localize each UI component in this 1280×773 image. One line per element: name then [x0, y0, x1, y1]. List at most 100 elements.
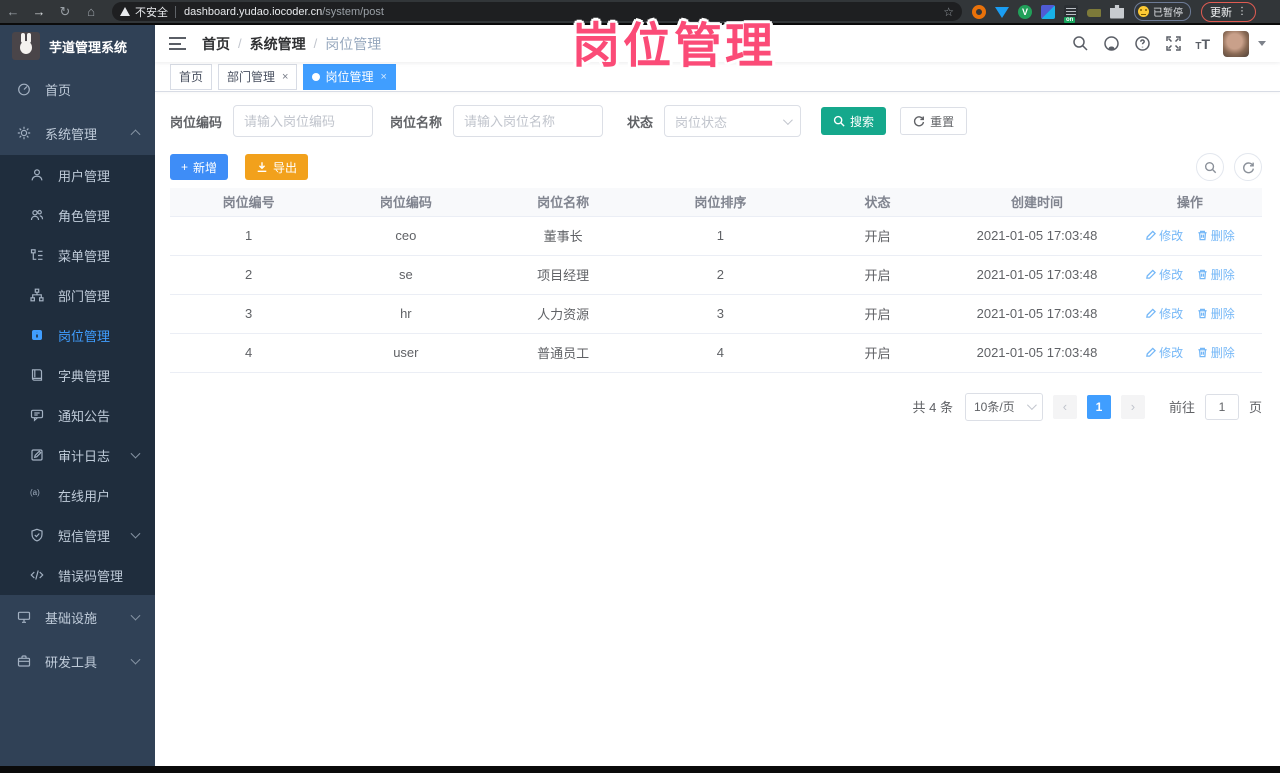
users-icon [30, 208, 44, 222]
delete-label: 删除 [1210, 268, 1235, 282]
extension-green-icon[interactable]: V [1018, 4, 1032, 19]
current-page-button[interactable]: 1 [1086, 394, 1111, 419]
url-host: dashboard.yudao.iocoder.cn [184, 5, 323, 18]
address-bar[interactable]: 不安全 dashboard.yudao.iocoder.cn/system/po… [112, 2, 962, 21]
add-button[interactable]: + 新增 [170, 154, 229, 180]
extension-key-icon[interactable] [1087, 9, 1101, 17]
delete-label: 删除 [1210, 307, 1235, 321]
cell-post-code: user [327, 333, 485, 373]
user-menu-caret-icon[interactable] [1258, 41, 1266, 46]
github-icon[interactable] [1102, 35, 1120, 53]
profile-paused-chip[interactable]: 已暂停 [1134, 2, 1191, 21]
edit-link[interactable]: 修改 [1145, 305, 1183, 322]
sidebar-item-announcements[interactable]: 通知公告 [0, 395, 155, 435]
edit-link[interactable]: 修改 [1145, 344, 1183, 361]
system-submenu: 用户管理 角色管理 菜单管理 部门管理 岗位管理 字典管理 通知公告 审计日志 … [0, 155, 155, 595]
font-size-icon[interactable]: TT [1195, 36, 1210, 52]
edit-icon [1146, 347, 1157, 357]
extension-orange-icon[interactable] [972, 4, 986, 19]
delete-link[interactable]: 删除 [1197, 305, 1235, 322]
browser-reload-button[interactable]: ↻ [52, 0, 78, 23]
cell-post-code: hr [327, 294, 485, 334]
paused-label: 已暂停 [1153, 8, 1183, 19]
sidebar-item-dictionary[interactable]: 字典管理 [0, 355, 155, 395]
prev-page-button[interactable]: ‹ [1052, 394, 1077, 419]
delete-link[interactable]: 删除 [1197, 227, 1235, 244]
post-name-label: 岗位名称 [390, 114, 443, 130]
col-post-id: 岗位编号 [170, 188, 328, 217]
extensions-puzzle-icon[interactable] [1110, 4, 1124, 19]
user-avatar[interactable] [1223, 30, 1249, 57]
browser-forward-button[interactable]: → [26, 0, 52, 23]
refresh-table-button[interactable] [1234, 153, 1262, 181]
breadcrumb-system[interactable]: 系统管理 [250, 34, 306, 54]
post-name-input[interactable] [453, 105, 604, 137]
next-page-button[interactable]: › [1120, 394, 1145, 419]
search-icon[interactable] [1071, 35, 1089, 53]
sidebar-item-system[interactable]: 系统管理 [0, 111, 155, 155]
page-size-select[interactable]: 10条/页 [964, 392, 1043, 421]
browser-update-button[interactable]: 更新 ⋮ [1201, 1, 1256, 22]
security-chip[interactable]: 不安全 [135, 4, 168, 20]
sidebar-logo-row[interactable]: 芋道管理系统 [0, 25, 155, 67]
cell-post-id: 4 [170, 333, 328, 373]
tag-close-icon[interactable]: × [282, 71, 288, 83]
extension-list-icon[interactable]: on [1064, 4, 1078, 23]
bookmark-star-icon[interactable]: ☆ [943, 5, 954, 19]
tag-close-icon[interactable]: × [380, 71, 386, 83]
export-button[interactable]: 导出 [245, 154, 309, 180]
sidebar-item-label: 基础设施 [45, 610, 98, 626]
sidebar-item-roles[interactable]: 角色管理 [0, 195, 155, 235]
sidebar-item-online-users[interactable]: (a) 在线用户 [0, 475, 155, 515]
sidebar-item-sms[interactable]: 短信管理 [0, 515, 155, 555]
breadcrumb-home[interactable]: 首页 [202, 34, 230, 54]
sidebar-item-users[interactable]: 用户管理 [0, 155, 155, 195]
sidebar-item-label: 首页 [45, 82, 72, 98]
help-icon[interactable] [1133, 35, 1151, 53]
delete-link[interactable]: 删除 [1197, 266, 1235, 283]
sidebar-item-home[interactable]: 首页 [0, 67, 155, 111]
url-path: /system/post [322, 5, 384, 18]
sidebar-item-dev-tools[interactable]: 研发工具 [0, 639, 155, 683]
browser-toolbar: ← → ↻ ⌂ 不安全 dashboard.yudao.iocoder.cn/s… [0, 0, 1280, 25]
navbar-actions: TT [1071, 30, 1266, 57]
sidebar-item-infrastructure[interactable]: 基础设施 [0, 595, 155, 639]
tag-posts-active[interactable]: 岗位管理 × [303, 63, 396, 90]
browser-home-button[interactable]: ⌂ [78, 0, 104, 23]
sidebar-item-audit-log[interactable]: 审计日志 [0, 435, 155, 475]
post-code-input[interactable] [233, 105, 374, 137]
top-navbar: 首页 / 系统管理 / 岗位管理 TT [155, 25, 1280, 62]
chevron-up-icon [130, 129, 141, 140]
sms-shield-icon [30, 528, 44, 542]
browser-menu-icon[interactable]: ⋮ [1237, 6, 1247, 17]
sidebar-item-menus[interactable]: 菜单管理 [0, 235, 155, 275]
extension-on-badge: on [1064, 16, 1076, 23]
edit-link[interactable]: 修改 [1145, 266, 1183, 283]
breadcrumb-separator: / [313, 36, 318, 51]
search-form: 岗位编码 岗位名称 状态 岗位状态 搜索 重置 [170, 105, 1262, 137]
tag-home[interactable]: 首页 [170, 63, 213, 90]
extension-squares-icon[interactable] [1041, 4, 1055, 19]
sidebar-item-posts[interactable]: 岗位管理 [0, 315, 155, 355]
sidebar-item-label: 审计日志 [58, 448, 111, 464]
sidebar-item-error-codes[interactable]: 错误码管理 [0, 555, 155, 595]
status-select[interactable]: 岗位状态 [664, 105, 802, 137]
extension-gem-icon[interactable] [995, 7, 1009, 18]
toggle-search-button[interactable] [1196, 153, 1224, 181]
table-row: 2 se 项目经理 2 开启 2021-01-05 17:03:48 修改 删除 [170, 255, 1262, 295]
reset-button[interactable]: 重置 [900, 107, 968, 135]
search-icon [833, 115, 845, 127]
edit-link[interactable]: 修改 [1145, 227, 1183, 244]
tag-departments[interactable]: 部门管理 × [218, 63, 298, 90]
delete-link[interactable]: 删除 [1197, 344, 1235, 361]
dashboard-icon [17, 82, 31, 96]
fullscreen-icon[interactable] [1164, 35, 1182, 53]
cell-post-code: ceo [327, 216, 485, 256]
goto-page-input[interactable] [1204, 393, 1239, 420]
browser-back-button[interactable]: ← [0, 0, 26, 23]
sidebar-toggle-icon[interactable] [169, 37, 186, 50]
search-button[interactable]: 搜索 [821, 107, 887, 135]
cell-status: 开启 [798, 255, 957, 295]
sidebar-item-departments[interactable]: 部门管理 [0, 275, 155, 315]
trash-icon [1198, 269, 1207, 280]
